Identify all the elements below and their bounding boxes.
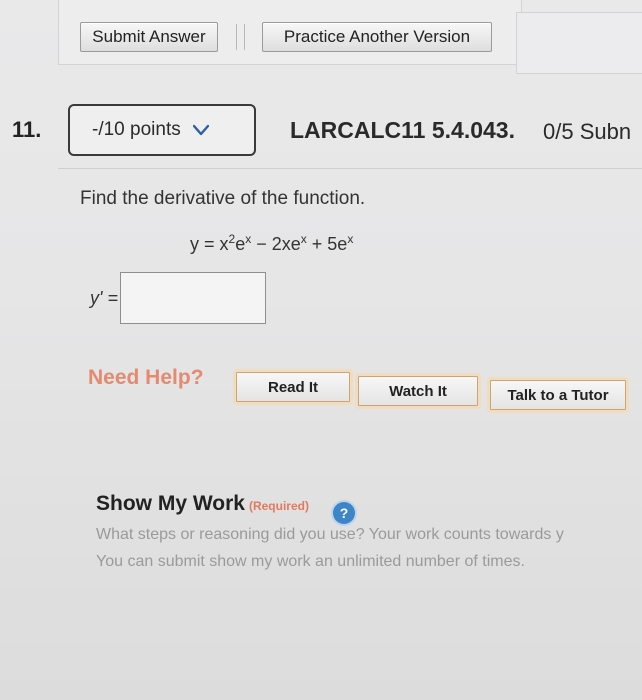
question-number: 11. — [12, 117, 42, 142]
eq-exponent: x — [347, 232, 354, 246]
question-mark-icon[interactable]: ? — [333, 502, 355, 524]
question-prompt: Find the derivative of the function. — [80, 188, 366, 209]
function-equation: y = x2ex − 2xex + 5ex — [190, 232, 353, 255]
answer-label: y' = — [90, 288, 118, 308]
need-help-heading: Need Help? — [88, 366, 204, 389]
divider — [58, 168, 642, 169]
points-dropdown[interactable]: -/10 points — [68, 104, 256, 156]
talk-to-tutor-button[interactable]: Talk to a Tutor — [487, 377, 629, 413]
toolbar-separator — [236, 24, 237, 50]
submit-answer-button[interactable]: Submit Answer — [80, 22, 218, 52]
eq-part: y = x — [190, 234, 229, 254]
points-label: -/10 points — [92, 119, 181, 140]
question-code: LARCALC11 5.4.043. — [290, 117, 515, 143]
eq-part: − 2xe — [251, 234, 301, 254]
practice-another-version-button[interactable]: Practice Another Version — [262, 22, 492, 52]
submission-score: 0/5 Subn — [543, 119, 632, 144]
required-tag: (Required) — [248, 499, 309, 513]
eq-part: e — [235, 234, 246, 254]
show-my-work-note: You can submit show my work an unlimited… — [96, 553, 525, 570]
read-it-button[interactable]: Read It — [233, 369, 353, 405]
show-my-work-title: Show My Work (Required) — [96, 492, 309, 516]
toolbar-separator — [244, 24, 245, 50]
watch-it-button[interactable]: Watch It — [355, 373, 481, 409]
show-my-work-label: Show My Work — [96, 492, 245, 515]
show-my-work-description: What steps or reasoning did you use? You… — [96, 526, 564, 543]
answer-input[interactable] — [120, 272, 266, 324]
chevron-down-icon — [192, 124, 209, 136]
eq-part: + 5e — [306, 234, 348, 254]
top-card-right — [516, 12, 642, 74]
